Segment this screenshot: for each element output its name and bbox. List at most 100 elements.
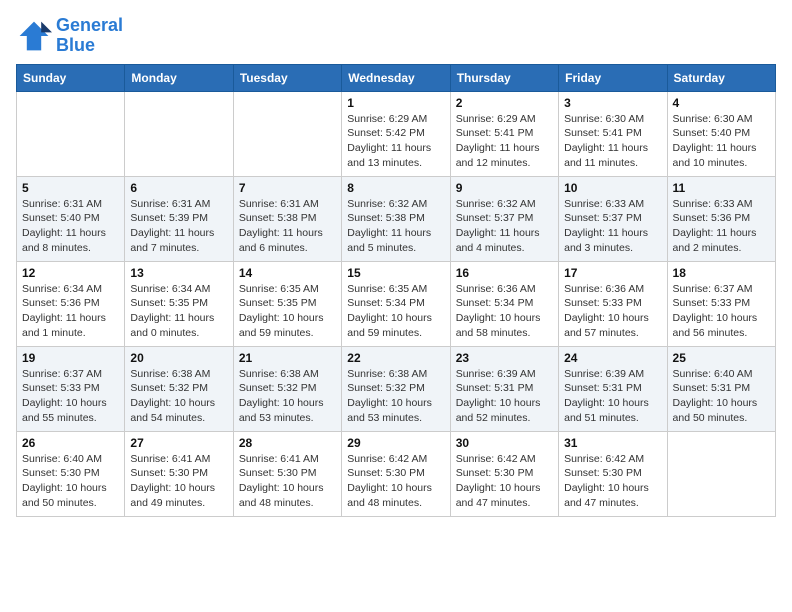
calendar-cell: 4 Sunrise: 6:30 AM Sunset: 5:40 PM Daylig… bbox=[667, 91, 775, 176]
day-number: 30 bbox=[456, 436, 553, 450]
day-number: 26 bbox=[22, 436, 119, 450]
day-number: 5 bbox=[22, 181, 119, 195]
weekday-header: Monday bbox=[125, 64, 233, 91]
day-info: Sunrise: 6:35 AM Sunset: 5:34 PM Dayligh… bbox=[347, 282, 444, 341]
day-info: Sunrise: 6:32 AM Sunset: 5:37 PM Dayligh… bbox=[456, 197, 553, 256]
calendar-cell: 30 Sunrise: 6:42 AM Sunset: 5:30 PM Dayli… bbox=[450, 431, 558, 516]
day-info: Sunrise: 6:41 AM Sunset: 5:30 PM Dayligh… bbox=[239, 452, 336, 511]
weekday-header: Saturday bbox=[667, 64, 775, 91]
day-info: Sunrise: 6:31 AM Sunset: 5:40 PM Dayligh… bbox=[22, 197, 119, 256]
calendar-header-row: SundayMondayTuesdayWednesdayThursdayFrid… bbox=[17, 64, 776, 91]
day-info: Sunrise: 6:39 AM Sunset: 5:31 PM Dayligh… bbox=[456, 367, 553, 426]
day-info: Sunrise: 6:41 AM Sunset: 5:30 PM Dayligh… bbox=[130, 452, 227, 511]
day-info: Sunrise: 6:37 AM Sunset: 5:33 PM Dayligh… bbox=[22, 367, 119, 426]
day-info: Sunrise: 6:38 AM Sunset: 5:32 PM Dayligh… bbox=[239, 367, 336, 426]
calendar-cell bbox=[17, 91, 125, 176]
calendar-cell: 1 Sunrise: 6:29 AM Sunset: 5:42 PM Daylig… bbox=[342, 91, 450, 176]
day-info: Sunrise: 6:35 AM Sunset: 5:35 PM Dayligh… bbox=[239, 282, 336, 341]
calendar-cell: 21Sunrise: 6:38 AM Sunset: 5:32 PM Dayli… bbox=[233, 346, 341, 431]
day-number: 10 bbox=[564, 181, 661, 195]
calendar-cell: 8 Sunrise: 6:32 AM Sunset: 5:38 PM Daylig… bbox=[342, 176, 450, 261]
calendar-table: SundayMondayTuesdayWednesdayThursdayFrid… bbox=[16, 64, 776, 517]
calendar-cell: 27Sunrise: 6:41 AM Sunset: 5:30 PM Dayli… bbox=[125, 431, 233, 516]
calendar-cell: 31 Sunrise: 6:42 AM Sunset: 5:30 PM Dayli… bbox=[559, 431, 667, 516]
day-info: Sunrise: 6:33 AM Sunset: 5:36 PM Dayligh… bbox=[673, 197, 770, 256]
day-number: 2 bbox=[456, 96, 553, 110]
calendar-cell: 29 Sunrise: 6:42 AM Sunset: 5:30 PM Dayli… bbox=[342, 431, 450, 516]
day-info: Sunrise: 6:33 AM Sunset: 5:37 PM Dayligh… bbox=[564, 197, 661, 256]
day-number: 22 bbox=[347, 351, 444, 365]
calendar-cell: 7 Sunrise: 6:31 AM Sunset: 5:38 PM Daylig… bbox=[233, 176, 341, 261]
day-info: Sunrise: 6:30 AM Sunset: 5:41 PM Dayligh… bbox=[564, 112, 661, 171]
day-number: 24 bbox=[564, 351, 661, 365]
day-number: 18 bbox=[673, 266, 770, 280]
calendar-cell: 22 Sunrise: 6:38 AM Sunset: 5:32 PM Dayli… bbox=[342, 346, 450, 431]
day-number: 15 bbox=[347, 266, 444, 280]
calendar-cell: 12Sunrise: 6:34 AM Sunset: 5:36 PM Dayli… bbox=[17, 261, 125, 346]
calendar-cell: 23 Sunrise: 6:39 AM Sunset: 5:31 PM Dayli… bbox=[450, 346, 558, 431]
day-info: Sunrise: 6:42 AM Sunset: 5:30 PM Dayligh… bbox=[564, 452, 661, 511]
day-info: Sunrise: 6:34 AM Sunset: 5:35 PM Dayligh… bbox=[130, 282, 227, 341]
calendar-week-row: 26 Sunrise: 6:40 AM Sunset: 5:30 PM Dayli… bbox=[17, 431, 776, 516]
weekday-header: Wednesday bbox=[342, 64, 450, 91]
logo-icon bbox=[16, 18, 52, 54]
day-number: 29 bbox=[347, 436, 444, 450]
weekday-header: Friday bbox=[559, 64, 667, 91]
calendar-cell: 17 Sunrise: 6:36 AM Sunset: 5:33 PM Dayli… bbox=[559, 261, 667, 346]
page-header: General Blue bbox=[16, 16, 776, 56]
calendar-cell: 19 Sunrise: 6:37 AM Sunset: 5:33 PM Dayli… bbox=[17, 346, 125, 431]
day-number: 1 bbox=[347, 96, 444, 110]
calendar-cell: 28 Sunrise: 6:41 AM Sunset: 5:30 PM Dayli… bbox=[233, 431, 341, 516]
calendar-cell: 24Sunrise: 6:39 AM Sunset: 5:31 PM Dayli… bbox=[559, 346, 667, 431]
day-number: 17 bbox=[564, 266, 661, 280]
day-info: Sunrise: 6:32 AM Sunset: 5:38 PM Dayligh… bbox=[347, 197, 444, 256]
calendar-cell: 20 Sunrise: 6:38 AM Sunset: 5:32 PM Dayli… bbox=[125, 346, 233, 431]
day-info: Sunrise: 6:38 AM Sunset: 5:32 PM Dayligh… bbox=[347, 367, 444, 426]
day-info: Sunrise: 6:29 AM Sunset: 5:41 PM Dayligh… bbox=[456, 112, 553, 171]
day-info: Sunrise: 6:30 AM Sunset: 5:40 PM Dayligh… bbox=[673, 112, 770, 171]
calendar-week-row: 19 Sunrise: 6:37 AM Sunset: 5:33 PM Dayli… bbox=[17, 346, 776, 431]
logo-text: General Blue bbox=[56, 16, 123, 56]
calendar-week-row: 1 Sunrise: 6:29 AM Sunset: 5:42 PM Daylig… bbox=[17, 91, 776, 176]
day-number: 28 bbox=[239, 436, 336, 450]
calendar-cell: 18 Sunrise: 6:37 AM Sunset: 5:33 PM Dayli… bbox=[667, 261, 775, 346]
calendar-week-row: 12Sunrise: 6:34 AM Sunset: 5:36 PM Dayli… bbox=[17, 261, 776, 346]
day-info: Sunrise: 6:40 AM Sunset: 5:31 PM Dayligh… bbox=[673, 367, 770, 426]
calendar-cell bbox=[667, 431, 775, 516]
day-number: 31 bbox=[564, 436, 661, 450]
day-info: Sunrise: 6:36 AM Sunset: 5:34 PM Dayligh… bbox=[456, 282, 553, 341]
logo: General Blue bbox=[16, 16, 123, 56]
day-info: Sunrise: 6:40 AM Sunset: 5:30 PM Dayligh… bbox=[22, 452, 119, 511]
day-number: 7 bbox=[239, 181, 336, 195]
day-info: Sunrise: 6:31 AM Sunset: 5:38 PM Dayligh… bbox=[239, 197, 336, 256]
day-number: 12 bbox=[22, 266, 119, 280]
calendar-cell: 10 Sunrise: 6:33 AM Sunset: 5:37 PM Dayli… bbox=[559, 176, 667, 261]
day-info: Sunrise: 6:42 AM Sunset: 5:30 PM Dayligh… bbox=[347, 452, 444, 511]
weekday-header: Thursday bbox=[450, 64, 558, 91]
day-number: 20 bbox=[130, 351, 227, 365]
calendar-week-row: 5 Sunrise: 6:31 AM Sunset: 5:40 PM Daylig… bbox=[17, 176, 776, 261]
day-number: 19 bbox=[22, 351, 119, 365]
weekday-header: Sunday bbox=[17, 64, 125, 91]
day-info: Sunrise: 6:42 AM Sunset: 5:30 PM Dayligh… bbox=[456, 452, 553, 511]
day-number: 4 bbox=[673, 96, 770, 110]
calendar-cell: 5 Sunrise: 6:31 AM Sunset: 5:40 PM Daylig… bbox=[17, 176, 125, 261]
weekday-header: Tuesday bbox=[233, 64, 341, 91]
calendar-cell: 26 Sunrise: 6:40 AM Sunset: 5:30 PM Dayli… bbox=[17, 431, 125, 516]
day-number: 25 bbox=[673, 351, 770, 365]
day-number: 13 bbox=[130, 266, 227, 280]
calendar-cell: 9Sunrise: 6:32 AM Sunset: 5:37 PM Daylig… bbox=[450, 176, 558, 261]
calendar-cell: 16Sunrise: 6:36 AM Sunset: 5:34 PM Dayli… bbox=[450, 261, 558, 346]
day-number: 8 bbox=[347, 181, 444, 195]
day-number: 6 bbox=[130, 181, 227, 195]
calendar-cell: 6Sunrise: 6:31 AM Sunset: 5:39 PM Daylig… bbox=[125, 176, 233, 261]
day-info: Sunrise: 6:36 AM Sunset: 5:33 PM Dayligh… bbox=[564, 282, 661, 341]
calendar-cell bbox=[233, 91, 341, 176]
day-number: 14 bbox=[239, 266, 336, 280]
day-info: Sunrise: 6:37 AM Sunset: 5:33 PM Dayligh… bbox=[673, 282, 770, 341]
day-info: Sunrise: 6:29 AM Sunset: 5:42 PM Dayligh… bbox=[347, 112, 444, 171]
day-number: 23 bbox=[456, 351, 553, 365]
calendar-cell: 25 Sunrise: 6:40 AM Sunset: 5:31 PM Dayli… bbox=[667, 346, 775, 431]
day-info: Sunrise: 6:38 AM Sunset: 5:32 PM Dayligh… bbox=[130, 367, 227, 426]
calendar-cell: 14 Sunrise: 6:35 AM Sunset: 5:35 PM Dayli… bbox=[233, 261, 341, 346]
